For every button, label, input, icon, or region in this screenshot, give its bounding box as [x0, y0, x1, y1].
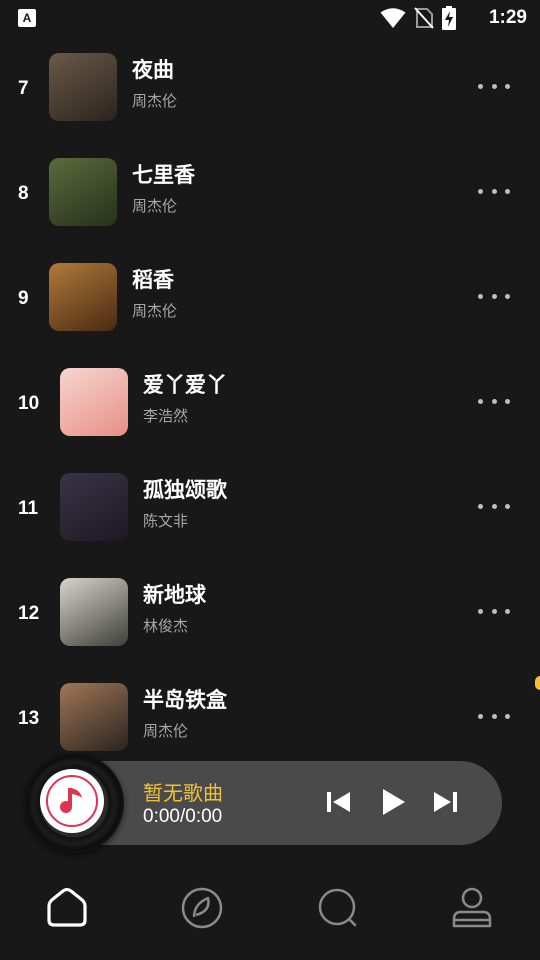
more-dot — [491, 608, 497, 614]
more-options-icon[interactable] — [478, 706, 510, 726]
nav-discover[interactable] — [180, 886, 224, 930]
album-cover[interactable] — [60, 578, 128, 646]
song-artist: 周杰伦 — [143, 723, 189, 740]
song-rank: 12 — [18, 603, 40, 624]
player-disc-label — [40, 769, 104, 833]
more-dot — [491, 83, 497, 89]
more-dot — [478, 293, 483, 299]
more-dot — [505, 608, 510, 614]
status-bar: A 1:29 — [0, 0, 540, 36]
more-dot — [505, 398, 510, 404]
more-dot — [478, 503, 483, 509]
music-note-icon — [60, 788, 82, 813]
player-time: 0:00/0:00 — [143, 806, 223, 827]
song-title: 新地球 — [143, 584, 206, 607]
player-song-title: 暂无歌曲 — [143, 783, 223, 805]
song-title: 孤独颂歌 — [143, 479, 227, 502]
status-icons — [380, 6, 456, 30]
more-dot — [491, 398, 497, 404]
previous-button[interactable] — [324, 786, 354, 818]
more-dot — [505, 713, 510, 719]
play-icon — [383, 789, 405, 815]
more-dot — [505, 503, 510, 509]
wifi-icon — [380, 8, 406, 28]
album-cover[interactable] — [60, 473, 128, 541]
song-rank: 10 — [18, 393, 40, 414]
battery-charging-icon — [442, 6, 456, 30]
song-rank: 11 — [18, 498, 39, 519]
song-artist: 陈文非 — [143, 513, 189, 530]
album-cover[interactable] — [49, 53, 117, 121]
album-cover[interactable] — [60, 683, 128, 751]
player-disc[interactable] — [24, 753, 124, 853]
app-notification-icon: A — [18, 9, 36, 27]
song-rank: 8 — [18, 183, 29, 204]
song-title: 七里香 — [132, 164, 195, 187]
skip-next-icon — [434, 792, 457, 812]
more-dot — [478, 608, 483, 614]
edge-handle[interactable] — [535, 676, 540, 690]
status-time: 1:29 — [488, 7, 527, 28]
nav-profile[interactable] — [450, 886, 494, 930]
more-dot — [478, 398, 483, 404]
discover-leaf-icon — [181, 887, 223, 929]
more-dot — [478, 713, 483, 719]
song-row[interactable]: 13 半岛铁盒周杰伦 — [0, 666, 540, 752]
skip-previous-icon — [327, 792, 350, 812]
song-row[interactable]: 12 新地球林俊杰 — [0, 561, 540, 666]
more-options-icon[interactable] — [478, 181, 510, 201]
play-button[interactable] — [378, 786, 408, 818]
more-options-icon[interactable] — [478, 496, 510, 516]
song-row[interactable]: 9 稻香周杰伦 — [0, 246, 540, 351]
next-button[interactable] — [430, 786, 460, 818]
song-artist: 周杰伦 — [132, 93, 178, 110]
song-row[interactable]: 10 爱丫爱丫李浩然 — [0, 351, 540, 456]
more-dot — [505, 293, 510, 299]
song-artist: 林俊杰 — [143, 618, 189, 635]
song-list[interactable]: 7 夜曲 周杰伦 8 七里香 周杰伦 9 稻香 周杰伦 10 爱丫爱丫 李浩然 11 孤独颂歌 陈文非 12 新… — [0, 36, 540, 752]
more-dot — [491, 503, 497, 509]
song-artist: 周杰伦 — [132, 303, 178, 320]
album-cover[interactable] — [49, 263, 117, 331]
bottom-nav — [0, 868, 540, 948]
song-rank: 13 — [18, 708, 40, 729]
home-icon — [47, 887, 87, 927]
more-options-icon[interactable] — [478, 601, 510, 621]
more-dot — [491, 293, 497, 299]
album-cover[interactable] — [49, 158, 117, 226]
more-dot — [478, 188, 483, 194]
song-rank: 7 — [18, 78, 29, 99]
song-title: 夜曲 — [132, 59, 174, 82]
more-dot — [505, 83, 510, 89]
player-disc-ring — [46, 775, 98, 827]
song-title: 半岛铁盒 — [143, 689, 227, 712]
song-artist: 周杰伦 — [132, 198, 178, 215]
song-artist: 李浩然 — [143, 408, 189, 425]
profile-icon — [452, 887, 492, 928]
song-row[interactable]: 8 七里香周杰伦 — [0, 141, 540, 246]
more-options-icon[interactable] — [478, 76, 510, 96]
more-options-icon[interactable] — [478, 286, 510, 306]
more-dot — [491, 713, 497, 719]
song-title: 爱丫爱丫 — [143, 374, 227, 397]
song-title: 稻香 — [132, 269, 174, 292]
song-row[interactable]: 11 孤独颂歌陈文非 — [0, 456, 540, 561]
more-dot — [505, 188, 510, 194]
nav-home[interactable] — [45, 886, 89, 930]
song-row[interactable]: 7 夜曲周杰伦 — [0, 36, 540, 141]
search-icon — [318, 888, 357, 927]
no-sim-icon — [414, 7, 434, 29]
album-cover[interactable] — [60, 368, 128, 436]
more-options-icon[interactable] — [478, 391, 510, 411]
more-dot — [478, 83, 483, 89]
nav-search[interactable] — [316, 886, 360, 930]
more-dot — [491, 188, 497, 194]
song-rank: 9 — [18, 288, 29, 309]
